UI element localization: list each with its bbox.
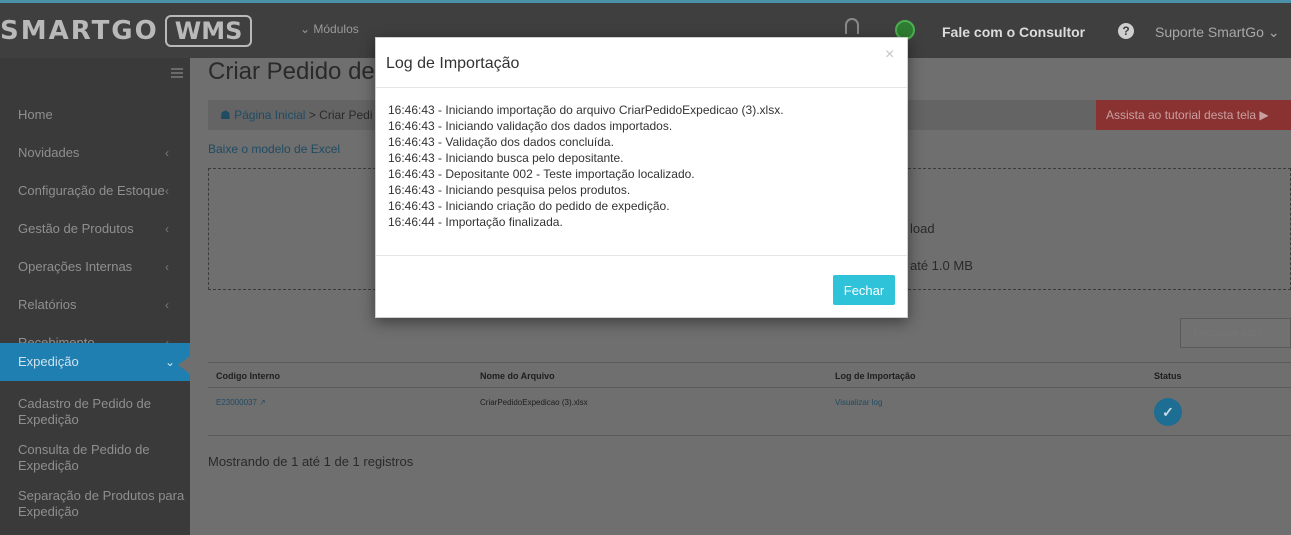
sidebar-item-expedicao[interactable]: Expedição ⌄ — [0, 343, 190, 381]
column-header-log[interactable]: Log de Importação — [835, 371, 916, 381]
visualizar-log-link[interactable]: Visualizar log — [835, 398, 882, 407]
page-title: Criar Pedido de — [208, 58, 375, 85]
modal-title: Log de Importação — [386, 55, 520, 72]
log-line: 16:46:43 - Iniciando importação do arqui… — [388, 103, 784, 117]
modal-footer: Fechar — [376, 256, 907, 319]
smartgo-wms-logo[interactable]: SMARTGO WMS — [0, 14, 253, 48]
table-row: E23000037 ↗ CriarPedidoExpedicao (3).xls… — [208, 388, 1291, 436]
sidebar-subitem-cadastro-pedido[interactable]: Cadastro de Pedido de Expedição — [0, 396, 190, 428]
tutorial-button[interactable]: Assista ao tutorial desta tela ▶ — [1096, 100, 1291, 130]
log-line: 16:46:43 - Iniciando busca pelo deposita… — [388, 151, 624, 165]
close-button[interactable]: Fechar — [833, 275, 895, 305]
log-line: 16:46:43 - Validação dos dados concluída… — [388, 135, 614, 149]
sidebar-subitem-separacao-produtos[interactable]: Separação de Produtos para Expedição — [0, 488, 190, 520]
sidebar-item-relatorios[interactable]: Relatórios ‹ — [0, 286, 190, 324]
download-template-link[interactable]: Baixe o modelo de Excel — [208, 142, 340, 156]
modulos-menu[interactable]: ⌄ Módulos — [300, 22, 359, 36]
chevron-left-icon: ‹ — [165, 298, 169, 312]
table-header: Codigo Interno Nome do Arquivo Log de Im… — [208, 362, 1291, 388]
sidebar: Home Novidades ‹ Configuração de Estoque… — [0, 58, 190, 535]
sidebar-item-label: Gestão de Produtos — [18, 221, 134, 236]
sidebar-item-label: Expedição — [18, 354, 79, 369]
chevron-left-icon: ‹ — [165, 222, 169, 236]
hamburger-icon[interactable] — [171, 68, 183, 78]
sidebar-toggle[interactable] — [0, 58, 190, 90]
search-input[interactable] — [1180, 318, 1291, 348]
column-header-status[interactable]: Status — [1154, 371, 1182, 381]
log-line: 16:46:43 - Iniciando pesquisa pelos prod… — [388, 183, 631, 197]
column-header-codigo[interactable]: Codigo Interno — [216, 371, 280, 381]
sidebar-item-operacoes-internas[interactable]: Operações Internas ‹ — [0, 248, 190, 286]
chevron-left-icon: ‹ — [165, 184, 169, 198]
chevron-left-icon: ‹ — [165, 146, 169, 160]
sidebar-item-gestao-produtos[interactable]: Gestão de Produtos ‹ — [0, 210, 190, 248]
logo-smart-text: SMARTGO — [0, 16, 159, 46]
fale-consultor-link[interactable]: Fale com o Consultor — [942, 24, 1085, 40]
sidebar-item-novidades[interactable]: Novidades ‹ — [0, 134, 190, 172]
log-line: 16:46:43 - Depositante 002 - Teste impor… — [388, 167, 695, 181]
import-log-modal: Log de Importação × 16:46:43 - Iniciando… — [375, 37, 908, 318]
dropzone-size-text: até 1.0 MB — [910, 258, 973, 273]
modal-header: Log de Importação × — [376, 38, 907, 88]
sidebar-item-label: Relatórios — [18, 297, 77, 312]
chevron-down-icon: ⌄ — [165, 355, 176, 369]
logo-wms-text: WMS — [164, 15, 253, 47]
dropzone-text: load — [910, 221, 935, 236]
log-line: 16:46:43 - Iniciando criação do pedido d… — [388, 199, 670, 213]
log-line: 16:46:44 - Importação finalizada. — [388, 215, 563, 229]
breadcrumb: ☗ Página Inicial > Criar Pedi — [220, 108, 373, 122]
arquivo-cell: CriarPedidoExpedicao (3).xlsx — [480, 398, 588, 407]
status-check-icon: ✓ — [1154, 398, 1182, 426]
sidebar-item-label: Home — [18, 107, 53, 122]
sidebar-item-configuracao-estoque[interactable]: Configuração de Estoque ‹ — [0, 172, 190, 210]
suporte-user-menu[interactable]: Suporte SmartGo ⌄ — [1155, 24, 1280, 41]
log-line: 16:46:43 - Iniciando validação dos dados… — [388, 119, 673, 133]
breadcrumb-current: > Criar Pedi — [305, 108, 373, 122]
sidebar-subitem-consulta-pedido[interactable]: Consulta de Pedido de Expedição — [0, 442, 190, 474]
active-indicator — [178, 356, 190, 374]
help-icon[interactable]: ? — [1118, 23, 1134, 39]
bell-icon[interactable] — [845, 18, 859, 34]
sidebar-item-home[interactable]: Home — [0, 96, 190, 134]
sidebar-item-label: Configuração de Estoque — [18, 183, 165, 198]
column-header-arquivo[interactable]: Nome do Arquivo — [480, 371, 555, 381]
modal-body: 16:46:43 - Iniciando importação do arqui… — [376, 88, 907, 256]
codigo-link[interactable]: E23000037 ↗ — [216, 398, 266, 407]
chevron-left-icon: ‹ — [165, 260, 169, 274]
close-icon[interactable]: × — [885, 46, 894, 64]
pagination-info: Mostrando de 1 até 1 de 1 registros — [208, 454, 414, 469]
sidebar-item-label: Novidades — [18, 145, 80, 160]
sidebar-item-label: Operações Internas — [18, 259, 133, 274]
breadcrumb-home-link[interactable]: ☗ Página Inicial — [220, 108, 305, 122]
